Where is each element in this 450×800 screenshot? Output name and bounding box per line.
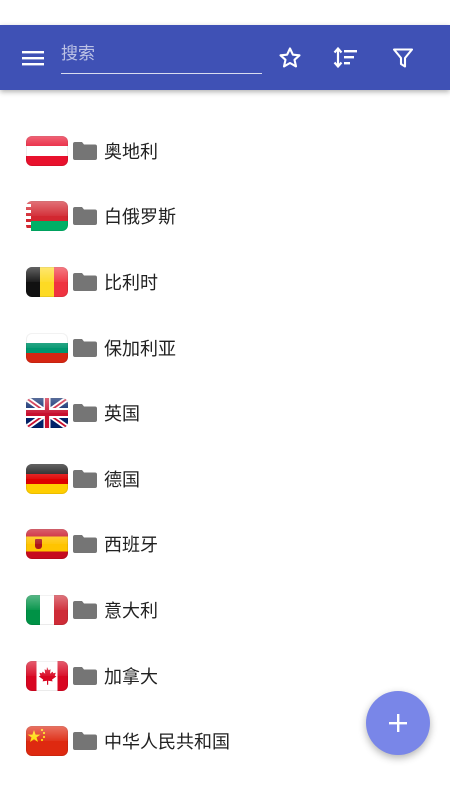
country-name: 西班牙 — [104, 535, 158, 557]
sort-button[interactable] — [322, 25, 370, 90]
folder-icon — [73, 207, 97, 226]
country-list: 奥地利 白俄罗斯 比利时 保加利亚 英国 德国 西班牙 意大利 加拿大 中华人民… — [0, 118, 450, 774]
bulgaria-flag-icon — [26, 332, 68, 363]
status-bar — [0, 0, 450, 25]
canada-flag-icon — [26, 660, 68, 691]
germany-flag-icon — [26, 463, 68, 494]
folder-icon — [73, 469, 97, 488]
folder-icon — [73, 272, 97, 291]
country-name: 奥地利 — [104, 141, 158, 163]
menu-button[interactable] — [9, 25, 57, 90]
spain-flag-icon — [26, 529, 68, 560]
list-item[interactable]: 意大利 — [0, 577, 450, 643]
country-name: 意大利 — [104, 600, 158, 622]
folder-icon — [73, 535, 97, 554]
country-name: 德国 — [104, 469, 140, 491]
search-field[interactable] — [61, 39, 262, 74]
belarus-flag-icon — [26, 201, 68, 232]
list-item[interactable]: 英国 — [0, 380, 450, 446]
country-name: 英国 — [104, 404, 140, 426]
folder-icon — [73, 404, 97, 423]
country-name: 中华人民共和国 — [104, 732, 230, 754]
menu-icon — [22, 50, 44, 65]
list-item[interactable]: 保加利亚 — [0, 315, 450, 381]
star-outline-icon — [279, 46, 301, 67]
filter-icon — [392, 47, 414, 68]
country-name: 加拿大 — [104, 666, 158, 688]
folder-icon — [73, 338, 97, 357]
folder-icon — [73, 600, 97, 619]
list-item[interactable]: 比利时 — [0, 249, 450, 315]
list-item[interactable]: 奥地利 — [0, 118, 450, 184]
filter-button[interactable] — [379, 25, 427, 90]
uk-flag-icon — [26, 398, 68, 429]
list-item[interactable]: 德国 — [0, 446, 450, 512]
folder-icon — [73, 666, 97, 685]
favorites-button[interactable] — [266, 25, 314, 90]
country-name: 保加利亚 — [104, 338, 176, 360]
belgium-flag-icon — [26, 266, 68, 297]
list-item[interactable]: 西班牙 — [0, 512, 450, 578]
folder-icon — [73, 732, 97, 751]
plus-icon — [389, 714, 407, 732]
app-bar — [0, 25, 450, 90]
list-item[interactable]: 白俄罗斯 — [0, 184, 450, 250]
sort-icon — [333, 46, 357, 68]
add-button[interactable] — [366, 691, 430, 755]
austria-flag-icon — [26, 135, 68, 166]
country-name: 白俄罗斯 — [104, 207, 176, 229]
folder-icon — [73, 141, 97, 160]
search-input[interactable] — [61, 39, 262, 69]
country-name: 比利时 — [104, 272, 158, 294]
china-flag-icon — [26, 726, 68, 757]
italy-flag-icon — [26, 594, 68, 625]
